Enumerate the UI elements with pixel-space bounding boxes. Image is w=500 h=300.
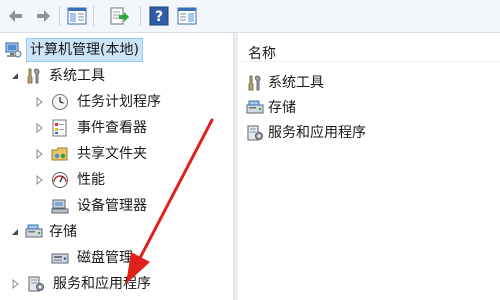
collapsed-triangle-icon[interactable] xyxy=(34,123,44,133)
tree-item-label: 服务和应用程序 xyxy=(53,276,151,292)
list-item-label: 服务和应用程序 xyxy=(268,125,366,141)
device-manager-icon xyxy=(51,199,69,214)
export-icon xyxy=(110,7,129,25)
tree-item-label: 任务计划程序 xyxy=(77,94,161,110)
svg-text:?: ? xyxy=(155,9,163,25)
column-header-name[interactable]: 名称 xyxy=(248,43,276,63)
performance-icon xyxy=(52,172,68,188)
export-list-button[interactable] xyxy=(108,5,130,27)
disk-icon xyxy=(51,253,69,264)
expanded-triangle-icon[interactable] xyxy=(10,227,20,237)
services-apps-icon xyxy=(28,276,44,292)
show-hide-console-tree-button[interactable] xyxy=(66,5,88,27)
console-tree-pane: 计算机管理(本地) 系统工具 任务计划程序 事件查看器 共享文件夹 性能 设备管… xyxy=(0,33,233,300)
list-item-label: 系统工具 xyxy=(268,75,324,91)
tools-icon xyxy=(248,75,261,91)
help-button[interactable]: ? xyxy=(148,5,170,27)
clock-icon xyxy=(52,94,68,110)
storage-icon xyxy=(246,100,264,114)
toolbar: ? xyxy=(0,0,500,33)
console-tree-icon xyxy=(67,7,87,25)
toolbar-separator xyxy=(93,6,94,26)
action-pane-icon xyxy=(177,7,197,25)
event-viewer-icon xyxy=(52,119,67,137)
tree-item-label: 磁盘管理 xyxy=(77,250,133,266)
tree-root-label: 计算机管理(本地) xyxy=(26,38,143,62)
show-hide-action-pane-button[interactable] xyxy=(176,5,198,27)
tree-item-label: 事件查看器 xyxy=(77,120,147,136)
forward-button[interactable] xyxy=(31,5,53,27)
results-list-pane: 名称 系统工具 存储 服务和应用程序 xyxy=(238,33,500,300)
collapsed-triangle-icon[interactable] xyxy=(34,149,44,159)
tools-icon xyxy=(27,68,40,84)
tree-item-label: 系统工具 xyxy=(49,68,105,84)
collapsed-triangle-icon[interactable] xyxy=(10,279,20,289)
computer-management-icon xyxy=(5,42,22,58)
collapsed-triangle-icon[interactable] xyxy=(34,175,44,185)
help-icon: ? xyxy=(149,6,169,26)
column-header-divider xyxy=(238,61,500,62)
tree-item-label: 性能 xyxy=(77,172,105,188)
toolbar-separator xyxy=(59,6,60,26)
tree-item-label: 设备管理器 xyxy=(77,198,147,214)
services-apps-icon xyxy=(247,125,263,141)
toolbar-separator xyxy=(140,6,141,26)
forward-arrow-icon xyxy=(37,10,50,22)
shared-folder-icon xyxy=(51,147,68,161)
storage-icon xyxy=(25,224,43,238)
tree-item-label: 共享文件夹 xyxy=(77,146,147,162)
list-item-label: 存储 xyxy=(268,100,296,116)
back-button[interactable] xyxy=(6,5,28,27)
collapsed-triangle-icon[interactable] xyxy=(34,97,44,107)
back-arrow-icon xyxy=(9,10,22,22)
tree-item-label: 存储 xyxy=(49,224,77,240)
expanded-triangle-icon[interactable] xyxy=(10,71,20,81)
